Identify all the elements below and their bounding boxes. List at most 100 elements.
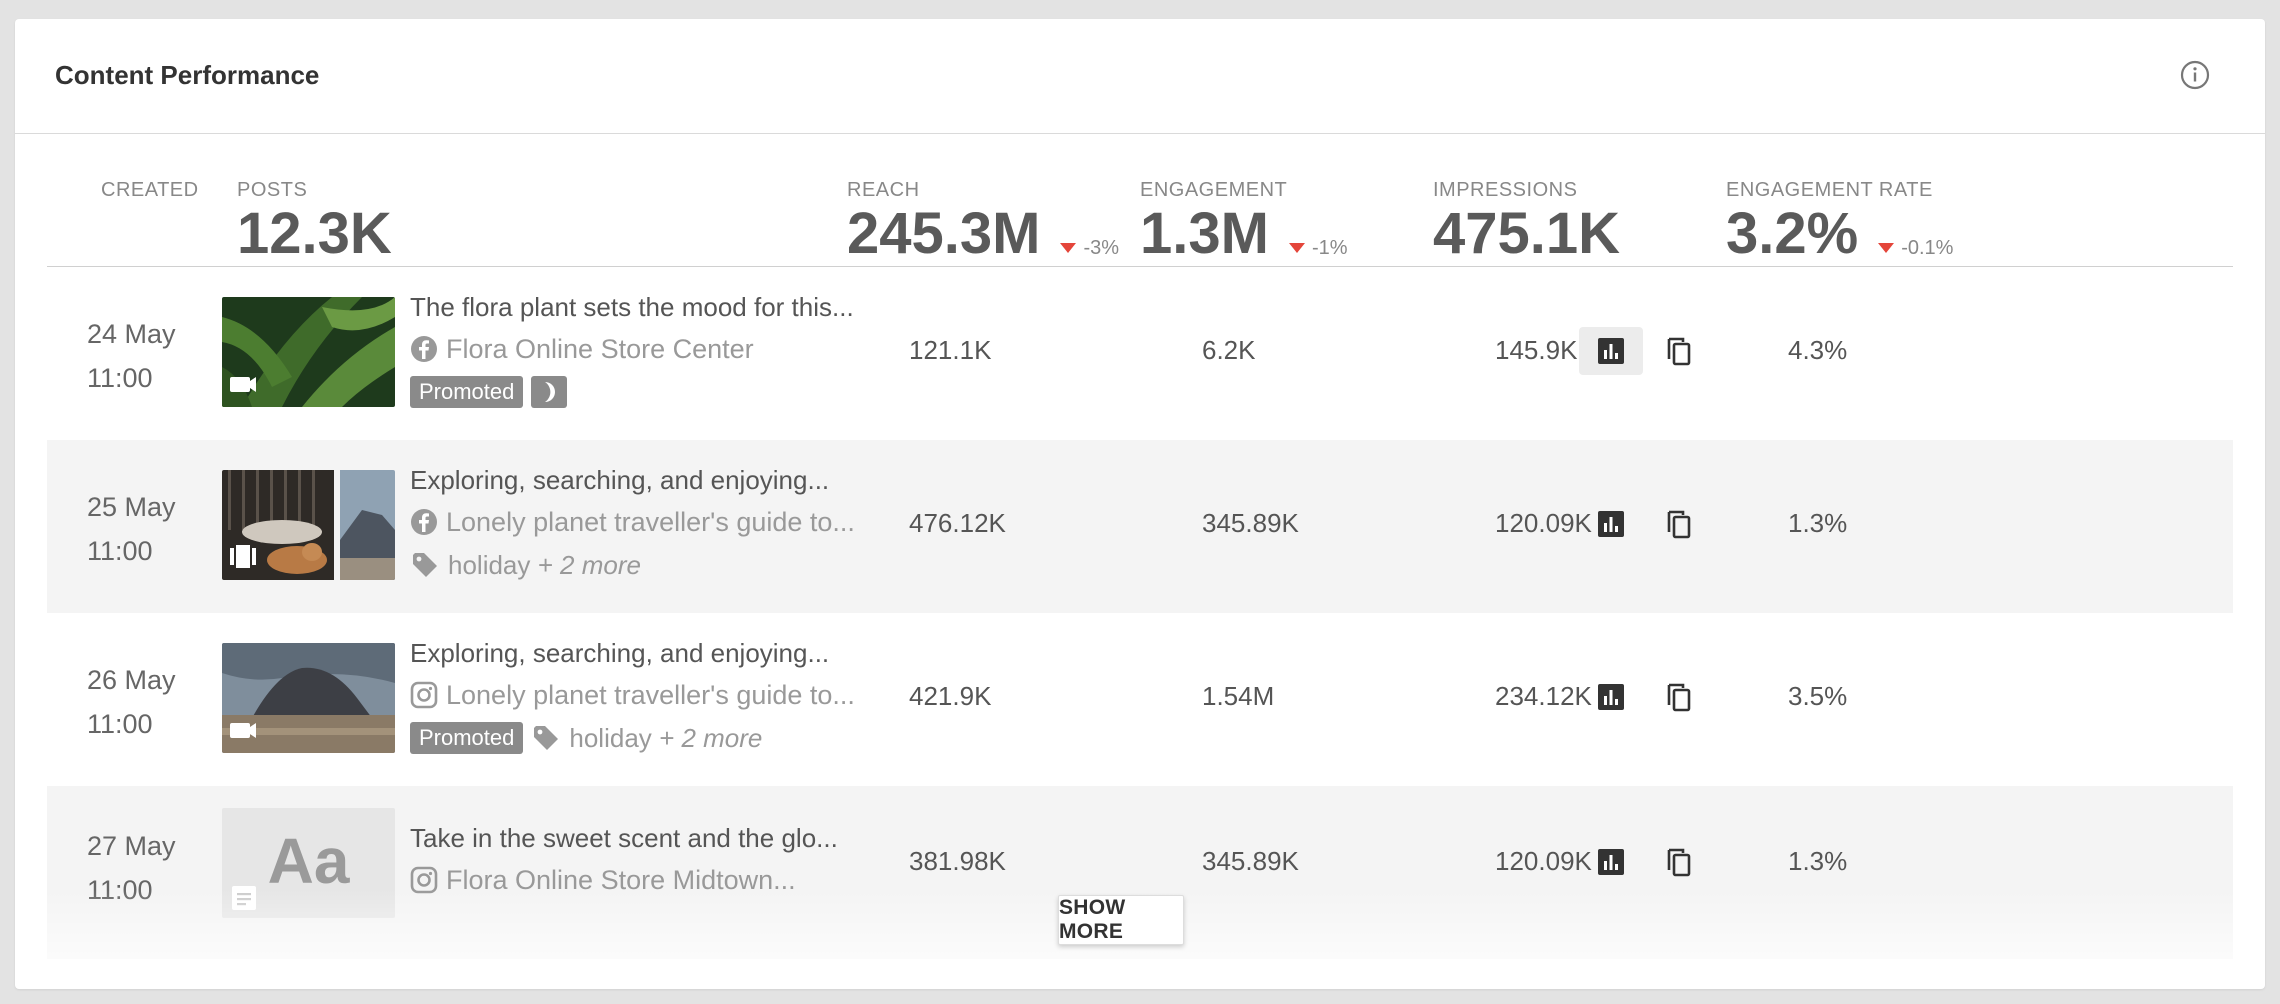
- impressions-cell: 120.09K: [1495, 846, 1592, 876]
- engagement-value: 1.3M: [1140, 201, 1269, 266]
- engagement-rate-cell: 1.3%: [1788, 846, 1848, 876]
- post-list: 24 May 11:00 The flora plant sets the mo…: [47, 267, 2233, 959]
- post-title[interactable]: The flora plant sets the mood for this..…: [410, 289, 860, 325]
- post-source: Lonely planet traveller's guide to...: [410, 504, 860, 540]
- tag-name: holiday: [569, 722, 652, 753]
- promoted-badge: Promoted: [410, 722, 524, 754]
- bar-chart-icon[interactable]: [1579, 838, 1643, 886]
- table-row[interactable]: 24 May 11:00 The flora plant sets the mo…: [47, 267, 2233, 440]
- engagement-rate-cell: 4.3%: [1788, 335, 1848, 365]
- date-text: 24 May: [87, 319, 176, 349]
- date-text: 26 May: [87, 665, 176, 695]
- source-name: Lonely planet traveller's guide to...: [446, 507, 855, 537]
- tag-more[interactable]: + 2 more: [659, 723, 762, 753]
- engagement-cell: 6.2K: [1202, 335, 1256, 365]
- impressions-cell: 120.09K: [1495, 508, 1592, 538]
- post-title[interactable]: Exploring, searching, and enjoying...: [410, 635, 860, 671]
- post-thumbnail[interactable]: Aa: [222, 808, 395, 918]
- reach-label: REACH: [847, 179, 920, 201]
- post-info: The flora plant sets the mood for this..…: [410, 289, 860, 409]
- tag-label: holiday + 2 more: [448, 550, 641, 581]
- reach-cell: 421.9K: [909, 681, 992, 711]
- reach-cell: 476.12K: [909, 508, 1006, 538]
- posts-label: POSTS: [237, 179, 308, 201]
- post-date: 26 May 11:00: [87, 658, 176, 746]
- summary-bar: CREATED POSTS 12.3K REACH 245.3M -3% ENG…: [47, 133, 2233, 267]
- time-text: 11:00: [87, 363, 153, 393]
- engagement-rate-value: 3.2%: [1726, 201, 1859, 266]
- impressions-label: IMPRESSIONS: [1433, 179, 1578, 201]
- engagement-cell: 345.89K: [1202, 508, 1299, 538]
- reach-value: 245.3M: [847, 201, 1041, 266]
- engagement-rate-cell: 1.3%: [1788, 508, 1848, 538]
- table-row[interactable]: 25 May 11:00 Exploring, searching, and e…: [47, 440, 2233, 613]
- engagement-rate-label: ENGAGEMENT RATE: [1726, 179, 1933, 201]
- show-more-button[interactable]: SHOW MORE: [1058, 895, 1184, 945]
- engagement-rate-delta-text: -0.1%: [1901, 236, 1954, 259]
- summary-created: CREATED: [101, 179, 199, 202]
- post-info: Take in the sweet scent and the glo... F…: [410, 820, 860, 898]
- post-thumbnail[interactable]: [222, 297, 395, 407]
- copy-icon[interactable]: [1657, 500, 1701, 548]
- down-triangle-icon: [1060, 243, 1077, 253]
- source-name: Lonely planet traveller's guide to...: [446, 680, 855, 710]
- bar-chart-icon[interactable]: [1579, 327, 1643, 375]
- moon-icon: [531, 376, 568, 408]
- post-title[interactable]: Exploring, searching, and enjoying...: [410, 462, 860, 498]
- impressions-cell: 234.12K: [1495, 681, 1592, 711]
- tag-name: holiday: [448, 549, 531, 580]
- tag-icon: [413, 553, 437, 577]
- date-text: 25 May: [87, 492, 176, 522]
- post-info: Exploring, searching, and enjoying... Lo…: [410, 635, 860, 755]
- post-tags: Promoted holiday + 2 more: [410, 721, 860, 755]
- bar-chart-icon[interactable]: [1579, 673, 1643, 721]
- card-title: Content Performance: [55, 60, 320, 90]
- card-header: Content Performance: [15, 19, 2265, 134]
- created-label: CREATED: [101, 179, 199, 201]
- date-text: 27 May: [87, 831, 176, 861]
- post-info: Exploring, searching, and enjoying... Lo…: [410, 462, 860, 582]
- engagement-cell: 345.89K: [1202, 846, 1299, 876]
- facebook-icon: [411, 336, 437, 362]
- engagement-rate-delta: -0.1%: [1878, 237, 1953, 260]
- impressions-cell: 145.9K: [1495, 335, 1578, 365]
- copy-icon[interactable]: [1657, 327, 1701, 375]
- table-row[interactable]: 26 May 11:00 Exploring, searching, and e…: [47, 613, 2233, 786]
- copy-icon[interactable]: [1657, 838, 1701, 886]
- bar-chart-icon[interactable]: [1579, 500, 1643, 548]
- time-text: 11:00: [87, 709, 153, 739]
- post-thumbnail[interactable]: [222, 470, 395, 580]
- source-name: Flora Online Store Midtown...: [446, 865, 796, 895]
- down-triangle-icon: [1878, 243, 1895, 253]
- time-text: 11:00: [87, 536, 153, 566]
- copy-icon[interactable]: [1657, 673, 1701, 721]
- video-camera-icon: [230, 723, 250, 738]
- instagram-icon: [410, 681, 438, 709]
- content-performance-card: Content Performance CREATED POSTS 12.3K …: [15, 19, 2265, 989]
- instagram-icon: [410, 866, 438, 894]
- post-title[interactable]: Take in the sweet scent and the glo...: [410, 820, 860, 856]
- tag-more[interactable]: + 2 more: [538, 550, 641, 580]
- reach-cell: 121.1K: [909, 335, 992, 365]
- summary-impressions: IMPRESSIONS 475.1K: [1433, 179, 1620, 263]
- summary-engagement: ENGAGEMENT 1.3M -1%: [1140, 179, 1348, 263]
- post-source: Flora Online Store Center: [410, 331, 860, 367]
- carousel-icon: [230, 548, 234, 565]
- tag-icon: [534, 726, 559, 750]
- down-triangle-icon: [1288, 243, 1305, 253]
- impressions-value: 475.1K: [1433, 201, 1621, 266]
- post-tags: Promoted: [410, 375, 860, 409]
- facebook-icon: [411, 509, 437, 535]
- promoted-badge: Promoted: [410, 376, 524, 408]
- tag-label: holiday + 2 more: [569, 723, 762, 754]
- post-tags: holiday + 2 more: [410, 548, 860, 582]
- document-icon: [232, 886, 256, 910]
- reach-delta-text: -3%: [1083, 236, 1120, 259]
- post-thumbnail[interactable]: [222, 643, 395, 753]
- engagement-delta-text: -1%: [1311, 236, 1348, 259]
- info-icon[interactable]: [2179, 59, 2211, 91]
- engagement-cell: 1.54M: [1202, 681, 1275, 711]
- posts-value: 12.3K: [237, 201, 392, 266]
- reach-cell: 381.98K: [909, 846, 1006, 876]
- time-text: 11:00: [87, 875, 153, 905]
